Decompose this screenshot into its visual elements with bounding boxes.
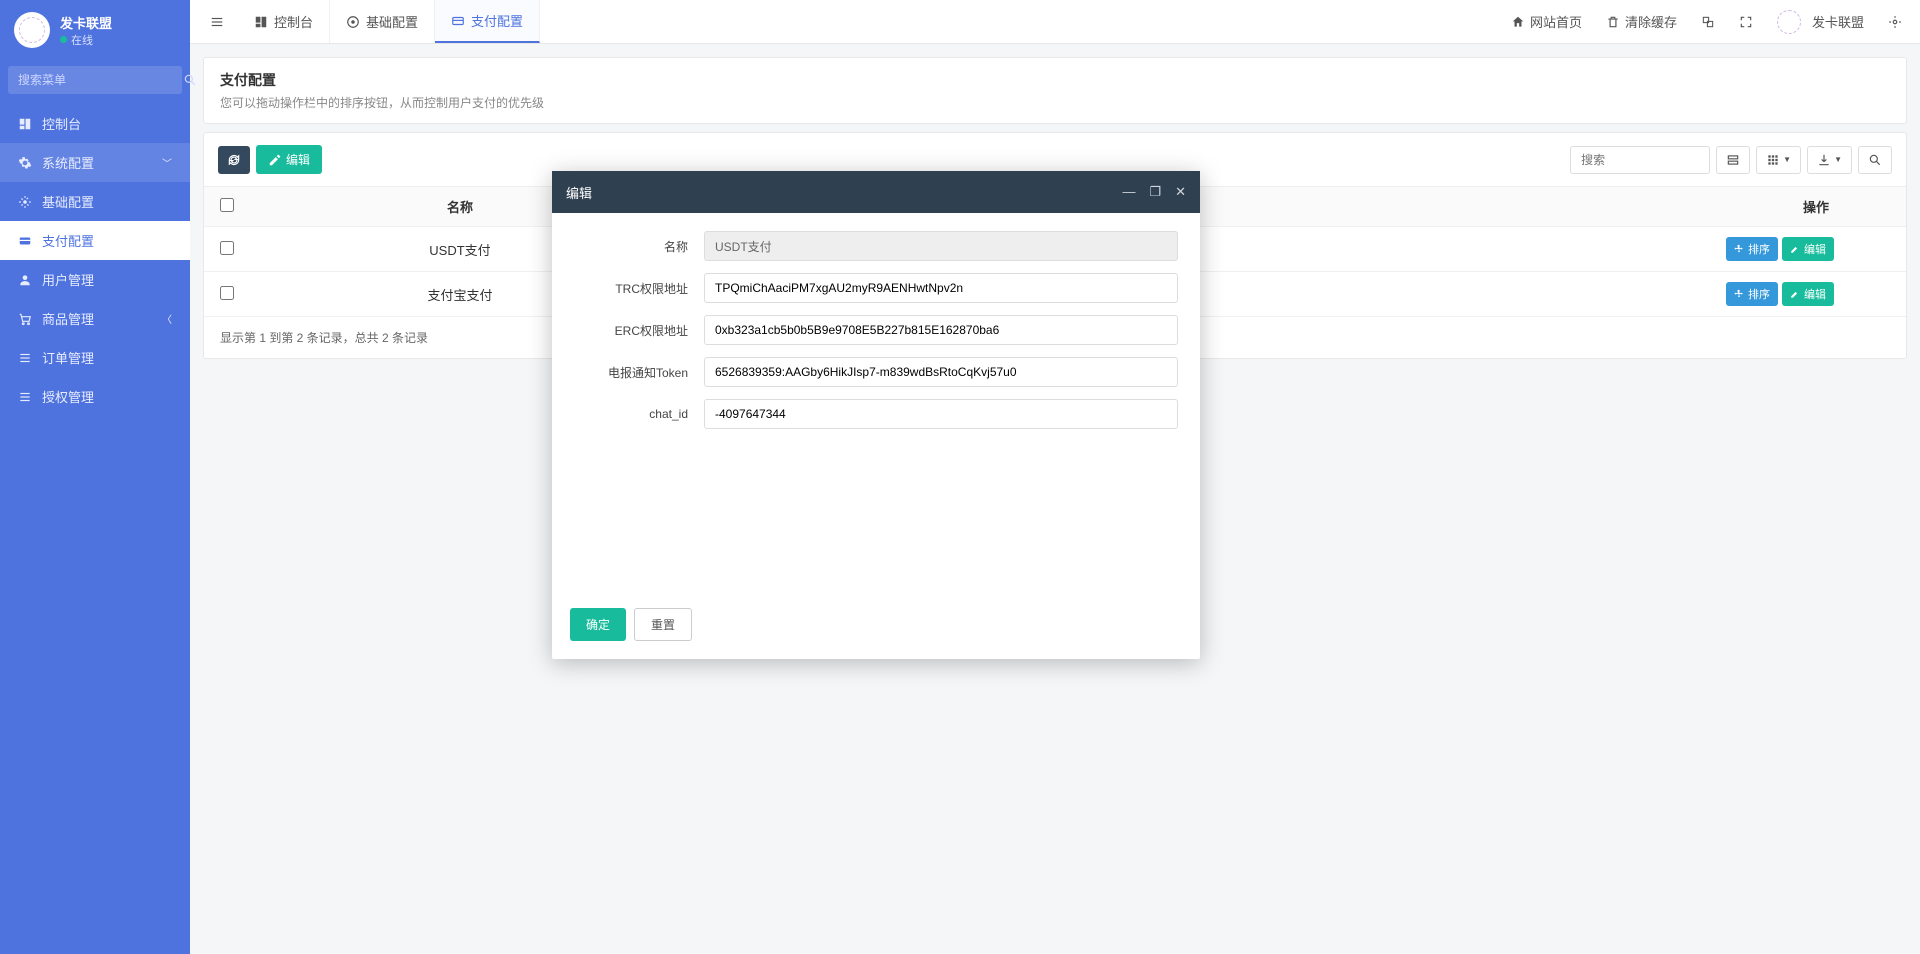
caret-down-icon: ▼: [1834, 155, 1842, 164]
maximize-icon[interactable]: ❐: [1149, 184, 1161, 200]
search-menu-input[interactable]: [8, 66, 183, 94]
topbar: 控制台 基础配置 支付配置 网站首页 清除缓存: [190, 0, 1920, 44]
gear-icon: [18, 195, 32, 209]
clear-cache-button[interactable]: 清除缓存: [1594, 0, 1689, 43]
modal-titlebar[interactable]: 编辑 — ❐ ✕: [552, 171, 1200, 213]
wallet-icon: [451, 14, 465, 28]
table-search-input[interactable]: [1570, 146, 1710, 174]
nav-order-mgmt[interactable]: 订单管理: [0, 338, 190, 377]
language-button[interactable]: [1689, 0, 1727, 43]
input-telegram-token[interactable]: [704, 357, 1178, 387]
label-name: 名称: [574, 238, 704, 255]
nav-basic-config[interactable]: 基础配置: [0, 182, 190, 221]
modal-footer: 确定 重置: [552, 596, 1200, 659]
home-icon: [1511, 15, 1525, 29]
brand-avatar: [14, 12, 50, 48]
modal-body: 名称 TRC权限地址 ERC权限地址 电报通知Token chat_id: [552, 213, 1200, 596]
trash-icon: [1606, 15, 1620, 29]
user-menu[interactable]: 发卡联盟: [1765, 0, 1876, 43]
download-icon: [1817, 153, 1831, 167]
page-subtitle: 您可以拖动操作栏中的排序按钮，从而控制用户支付的优先级: [220, 94, 1890, 111]
edit-modal: 编辑 — ❐ ✕ 名称 TRC权限地址 ERC权限地址 电报通知Token: [552, 171, 1200, 659]
row-checkbox[interactable]: [220, 241, 234, 255]
gear-icon: [346, 15, 360, 29]
modal-title-text: 编辑: [566, 183, 592, 202]
pencil-icon: [1790, 289, 1800, 299]
sidebar-search: [8, 66, 182, 94]
columns-button[interactable]: ▼: [1756, 146, 1801, 174]
refresh-button[interactable]: [218, 146, 250, 174]
home-link[interactable]: 网站首页: [1499, 0, 1594, 43]
search-icon: [1868, 153, 1882, 167]
select-all-checkbox[interactable]: [220, 198, 234, 212]
gear-icon: [18, 156, 32, 170]
nav-auth-mgmt[interactable]: 授权管理: [0, 377, 190, 416]
gear-icon: [1888, 15, 1902, 29]
chevron-left-icon: 〈: [162, 311, 172, 326]
nav-payment-config[interactable]: 支付配置: [0, 221, 190, 260]
globe-icon: [1701, 15, 1715, 29]
row-checkbox[interactable]: [220, 286, 234, 300]
sort-button[interactable]: 排序: [1726, 282, 1778, 306]
nav-dashboard[interactable]: 控制台: [0, 104, 190, 143]
reset-button[interactable]: 重置: [634, 608, 692, 641]
toggle-sidebar-button[interactable]: [196, 0, 238, 43]
list-icon: [18, 390, 32, 404]
page-title: 支付配置: [220, 70, 1890, 90]
user-icon: [18, 273, 32, 287]
pencil-icon: [268, 153, 282, 167]
wallet-icon: [18, 234, 32, 248]
refresh-icon: [227, 153, 241, 167]
row-edit-button[interactable]: 编辑: [1782, 237, 1834, 261]
list-icon: [18, 351, 32, 365]
user-avatar: [1777, 10, 1801, 34]
settings-button[interactable]: [1876, 0, 1914, 43]
minimize-icon[interactable]: —: [1122, 184, 1135, 200]
input-chat-id[interactable]: [704, 399, 1178, 429]
status-text: 在线: [71, 32, 93, 48]
common-search-button[interactable]: [1858, 146, 1892, 174]
label-token: 电报通知Token: [574, 364, 704, 381]
sidebar-header: 发卡联盟 在线: [0, 0, 190, 60]
sidebar: 发卡联盟 在线 控制台 系统配置 ﹀: [0, 0, 190, 954]
grid-icon: [1766, 153, 1780, 167]
page-header: 支付配置 您可以拖动操作栏中的排序按钮，从而控制用户支付的优先级: [203, 57, 1907, 124]
tab-dashboard[interactable]: 控制台: [238, 0, 330, 43]
close-icon[interactable]: ✕: [1175, 184, 1186, 200]
export-button[interactable]: ▼: [1807, 146, 1852, 174]
cart-icon: [18, 312, 32, 326]
col-actions: 操作: [1726, 187, 1906, 227]
brand-title: 发卡联盟: [60, 13, 112, 32]
input-name[interactable]: [704, 231, 1178, 261]
status-dot-icon: [60, 36, 67, 43]
label-erc: ERC权限地址: [574, 322, 704, 339]
sidebar-menu: 控制台 系统配置 ﹀ 基础配置 支付配置 用户管理 商品管理: [0, 104, 190, 416]
menu-icon: [210, 15, 224, 29]
move-icon: [1734, 289, 1744, 299]
dashboard-icon: [18, 117, 32, 131]
fullscreen-button[interactable]: [1727, 0, 1765, 43]
input-erc-address[interactable]: [704, 315, 1178, 345]
sort-button[interactable]: 排序: [1726, 237, 1778, 261]
row-edit-button[interactable]: 编辑: [1782, 282, 1834, 306]
dashboard-icon: [254, 15, 268, 29]
caret-down-icon: ▼: [1783, 155, 1791, 164]
move-icon: [1734, 244, 1744, 254]
card-view-icon: [1726, 153, 1740, 167]
status-indicator: 在线: [60, 32, 112, 48]
nav-product-mgmt[interactable]: 商品管理 〈: [0, 299, 190, 338]
nav-user-mgmt[interactable]: 用户管理: [0, 260, 190, 299]
tab-payment-config[interactable]: 支付配置: [435, 0, 540, 43]
label-trc: TRC权限地址: [574, 280, 704, 297]
chevron-down-icon: ﹀: [162, 155, 172, 170]
submit-button[interactable]: 确定: [570, 608, 626, 641]
expand-icon: [1739, 15, 1753, 29]
toggle-view-button[interactable]: [1716, 146, 1750, 174]
nav-system-config[interactable]: 系统配置 ﹀: [0, 143, 190, 182]
pencil-icon: [1790, 244, 1800, 254]
edit-button[interactable]: 编辑: [256, 145, 322, 174]
input-trc-address[interactable]: [704, 273, 1178, 303]
label-chat-id: chat_id: [574, 407, 704, 421]
tab-basic-config[interactable]: 基础配置: [330, 0, 435, 43]
